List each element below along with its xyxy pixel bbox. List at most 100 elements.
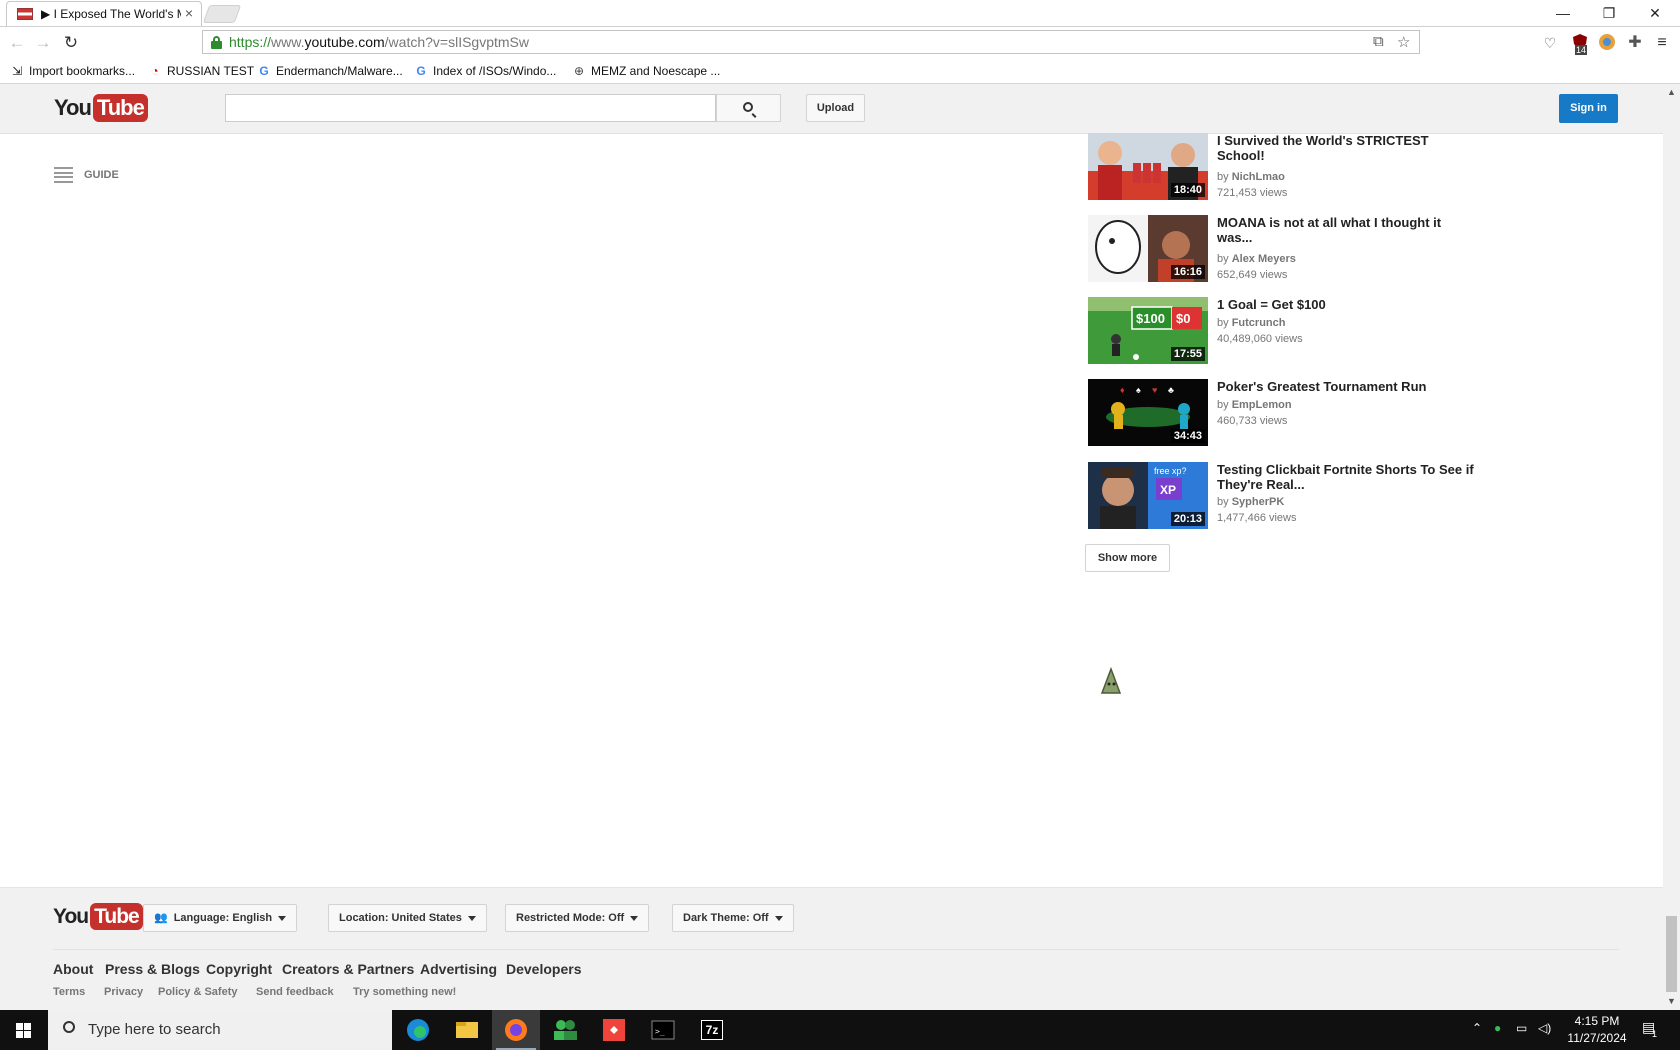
thumb-text-100: $100 — [1136, 311, 1165, 326]
volume-icon[interactable]: ◁) — [1538, 1021, 1551, 1035]
video-title[interactable]: MOANA is not at all what I thought it wa… — [1217, 215, 1477, 245]
close-window-button[interactable]: ✕ — [1632, 2, 1678, 24]
bookmark-isos[interactable]: G Index of /ISOs/Windo... — [414, 62, 556, 80]
svg-text:♦: ♦ — [1120, 385, 1125, 395]
video-views: 1,477,466 views — [1217, 512, 1297, 524]
video-channel[interactable]: by Alex Meyers — [1217, 251, 1296, 267]
extension-globe-icon[interactable] — [1597, 33, 1617, 53]
footer-sublink-try-new[interactable]: Try something new! — [353, 986, 456, 998]
bookmark-import[interactable]: ⇲ Import bookmarks... — [10, 62, 135, 80]
anydesk-app-icon[interactable] — [590, 1010, 638, 1050]
footer-link-press[interactable]: Press & Blogs — [105, 961, 200, 977]
forward-arrow-icon[interactable]: → — [32, 32, 54, 54]
minimize-button[interactable]: — — [1540, 2, 1586, 24]
tab-close-icon[interactable]: × — [185, 5, 193, 21]
related-video[interactable]: 18:40 I Survived the World's STRICTEST S… — [1088, 133, 1508, 201]
7zip-app-icon[interactable]: 7z — [688, 1010, 736, 1050]
restricted-mode-picker[interactable]: Restricted Mode: Off — [505, 904, 650, 932]
upload-button[interactable]: Upload — [806, 94, 865, 122]
search-button[interactable] — [716, 94, 781, 122]
footer-sublink-feedback[interactable]: Send feedback — [256, 986, 334, 998]
footer-sublink-privacy[interactable]: Privacy — [104, 986, 143, 998]
tray-overflow-icon[interactable]: ⌃ — [1472, 1021, 1482, 1035]
scroll-up-arrow-icon[interactable]: ▲ — [1663, 84, 1680, 101]
language-picker[interactable]: 👥 Language: English — [143, 904, 298, 932]
firefox-app-icon[interactable] — [492, 1010, 540, 1050]
video-title[interactable]: Testing Clickbait Fortnite Shorts To See… — [1217, 462, 1477, 492]
taskbar-clock[interactable]: 4:15 PM 11/27/2024 — [1560, 1013, 1634, 1047]
footer-link-developers[interactable]: Developers — [506, 961, 581, 977]
page-scrollbar[interactable]: ▲ ▼ — [1663, 84, 1680, 1010]
scroll-down-arrow-icon[interactable]: ▼ — [1663, 993, 1680, 1010]
bookmark-russian-test[interactable]: ◔ RUSSIAN TEST — [148, 62, 254, 80]
edge-app-icon[interactable] — [394, 1010, 442, 1050]
video-duration: 16:16 — [1170, 265, 1205, 279]
notification-center-icon[interactable]: ▤ 1 — [1642, 1019, 1657, 1039]
video-thumbnail[interactable]: ♦ ♠ ♥ ♣ 34:43 — [1088, 379, 1208, 446]
video-thumbnail[interactable]: 18:40 — [1088, 133, 1208, 200]
footer-link-creators[interactable]: Creators & Partners — [282, 961, 414, 977]
extensions-puzzle-icon[interactable]: ✚ — [1625, 33, 1645, 53]
tray-user-icon[interactable]: ● — [1494, 1021, 1501, 1035]
search-icon — [743, 102, 753, 112]
footer-link-advertising[interactable]: Advertising — [420, 961, 497, 977]
youtube-logo[interactable]: You Tube — [54, 94, 148, 122]
users-app-icon[interactable] — [541, 1010, 589, 1050]
pocket-icon[interactable]: ♡ — [1540, 33, 1560, 53]
url-text: https://www.youtube.com/watch?v=slISgvpt… — [229, 34, 529, 50]
video-thumbnail[interactable]: $100 $0 17:55 — [1088, 297, 1208, 364]
footer-link-copyright[interactable]: Copyright — [206, 961, 272, 977]
location-picker[interactable]: Location: United States — [328, 904, 487, 932]
video-thumbnail[interactable]: free xp? XP 20:13 — [1088, 462, 1208, 529]
footer-youtube-logo[interactable]: You Tube — [53, 903, 143, 930]
address-bar[interactable]: https://www.youtube.com/watch?v=slISgvpt… — [202, 30, 1420, 54]
browser-titlebar: ▶ I Exposed The World's M × — ❐ ✕ — [0, 0, 1680, 26]
menu-icon[interactable]: ≡ — [1652, 33, 1672, 53]
video-title[interactable]: Poker's Greatest Tournament Run — [1217, 379, 1477, 394]
browser-tab[interactable]: ▶ I Exposed The World's M × — [6, 1, 202, 26]
svg-text:♠: ♠ — [1136, 385, 1141, 395]
video-channel[interactable]: by NichLmao — [1217, 169, 1285, 185]
sign-in-button[interactable]: Sign in — [1559, 94, 1618, 123]
video-channel[interactable]: by EmpLemon — [1217, 397, 1292, 413]
video-duration: 34:43 — [1170, 429, 1205, 443]
video-views: 460,733 views — [1217, 415, 1288, 427]
related-video[interactable]: 16:16 MOANA is not at all what I thought… — [1088, 215, 1508, 283]
new-tab-button[interactable] — [202, 5, 242, 23]
start-button[interactable] — [0, 1010, 48, 1050]
bookmark-star-icon[interactable]: ☆ — [1397, 33, 1410, 51]
related-video[interactable]: ♦ ♠ ♥ ♣ 34:43 Poker's Greatest Tournament R… — [1088, 379, 1508, 447]
footer-sublink-policy[interactable]: Policy & Safety — [158, 986, 237, 998]
video-channel[interactable]: by SypherPK — [1217, 494, 1284, 510]
import-icon: ⇲ — [11, 64, 23, 78]
show-more-button[interactable]: Show more — [1085, 544, 1170, 572]
bookmark-endermanch[interactable]: G Endermanch/Malware... — [257, 62, 402, 80]
thumb-text-free-xp: free xp? — [1154, 466, 1187, 476]
guide-label: GUIDE — [84, 169, 119, 181]
search-input[interactable] — [225, 94, 716, 122]
dark-theme-picker[interactable]: Dark Theme: Off — [672, 904, 794, 932]
google-icon: G — [259, 64, 269, 78]
cast-icon[interactable]: ⧉ — [1373, 33, 1384, 50]
scrollbar-thumb[interactable] — [1666, 916, 1677, 992]
related-video[interactable]: free xp? XP 20:13 Testing Clickbait Fort… — [1088, 462, 1508, 530]
ublock-icon[interactable]: 14 — [1570, 33, 1590, 55]
bookmark-memz[interactable]: ⊕ MEMZ and Noescape ... — [572, 62, 720, 80]
video-title[interactable]: 1 Goal = Get $100 — [1217, 297, 1477, 312]
terminal-app-icon[interactable]: >_ — [639, 1010, 687, 1050]
taskbar-search-box[interactable]: Type here to search — [48, 1010, 392, 1050]
video-title[interactable]: I Survived the World's STRICTEST School! — [1217, 133, 1477, 163]
guide-button[interactable]: GUIDE — [54, 165, 119, 185]
footer-link-about[interactable]: About — [53, 961, 93, 977]
lock-icon — [211, 36, 222, 49]
reload-icon[interactable]: ↻ — [60, 32, 82, 54]
google-icon: G — [416, 64, 426, 78]
network-icon[interactable]: ▭ — [1516, 1021, 1527, 1035]
video-thumbnail[interactable]: 16:16 — [1088, 215, 1208, 282]
video-channel[interactable]: by Futcrunch — [1217, 315, 1285, 331]
restore-button[interactable]: ❐ — [1586, 2, 1632, 24]
file-explorer-app-icon[interactable] — [443, 1010, 491, 1050]
footer-sublink-terms[interactable]: Terms — [53, 986, 85, 998]
related-video[interactable]: $100 $0 17:55 1 Goal = Get $100 by Futcr… — [1088, 297, 1508, 365]
back-arrow-icon[interactable]: ← — [6, 32, 28, 54]
